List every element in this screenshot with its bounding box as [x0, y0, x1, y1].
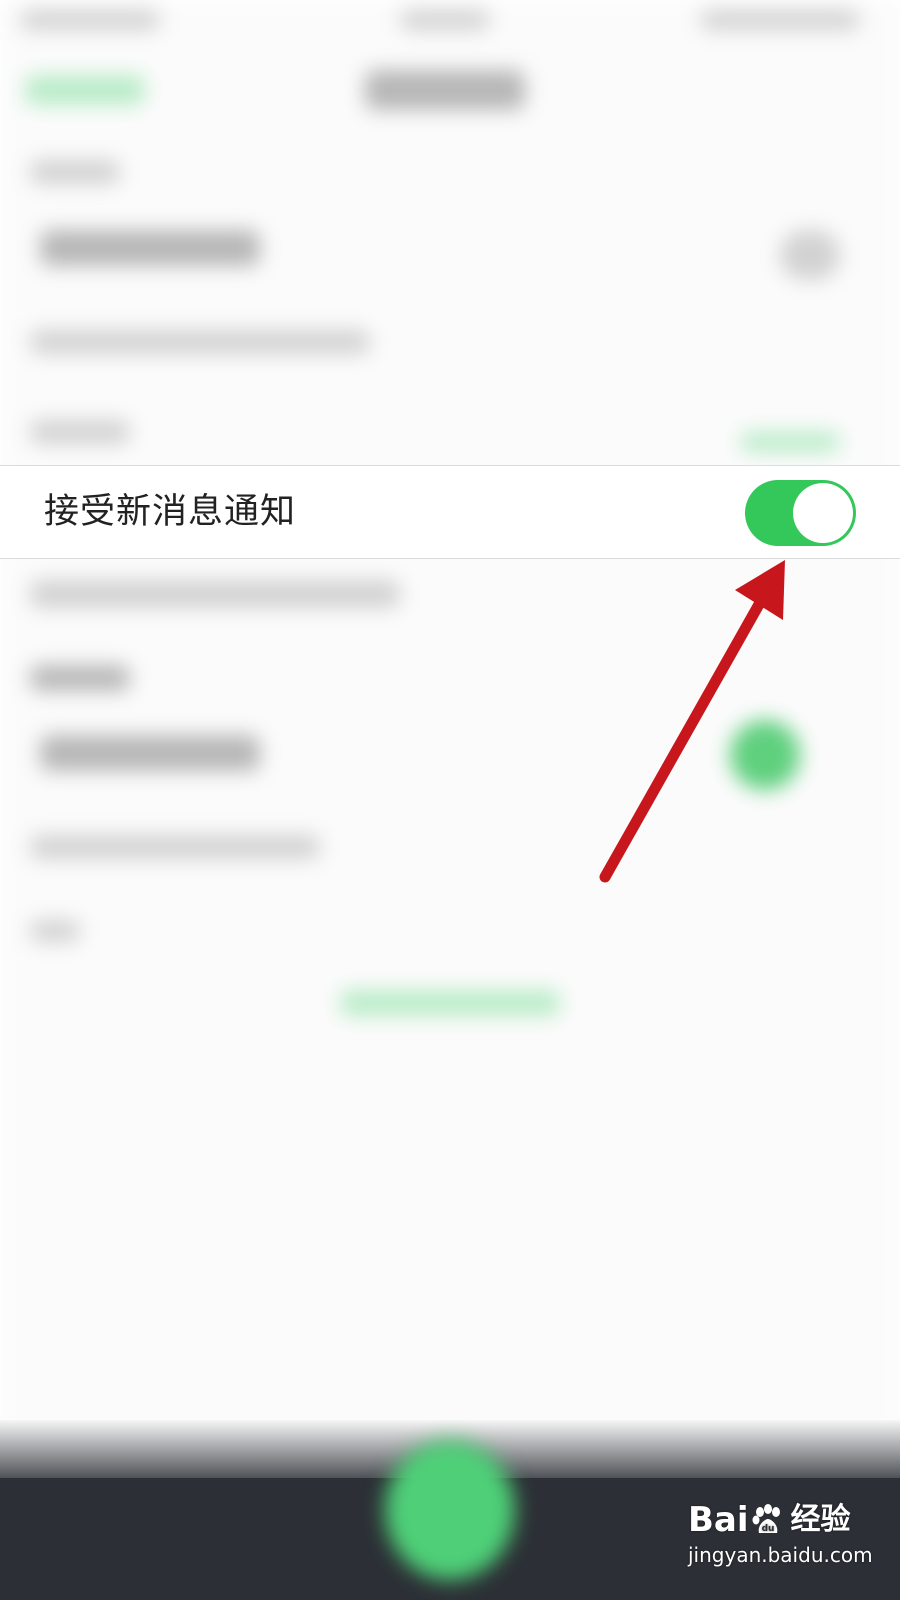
svg-text:du: du: [761, 1524, 774, 1534]
baidu-jingyan-watermark: Bai du 经验 jingyan.baidu.com: [688, 1500, 878, 1568]
bottom-action-button: [385, 1440, 515, 1580]
new-message-notification-label: 接受新消息通知: [44, 492, 297, 532]
toggle-knob: [793, 483, 853, 543]
blurred-background: [0, 0, 900, 1600]
watermark-brand-prefix: Bai: [688, 1500, 749, 1540]
new-message-notification-row: 接受新消息通知: [0, 465, 900, 559]
new-message-notification-toggle[interactable]: [745, 480, 856, 546]
watermark-url: jingyan.baidu.com: [688, 1543, 873, 1567]
watermark-brand-suffix: 经验: [790, 1502, 851, 1537]
baidu-paw-icon: du: [752, 1504, 780, 1534]
